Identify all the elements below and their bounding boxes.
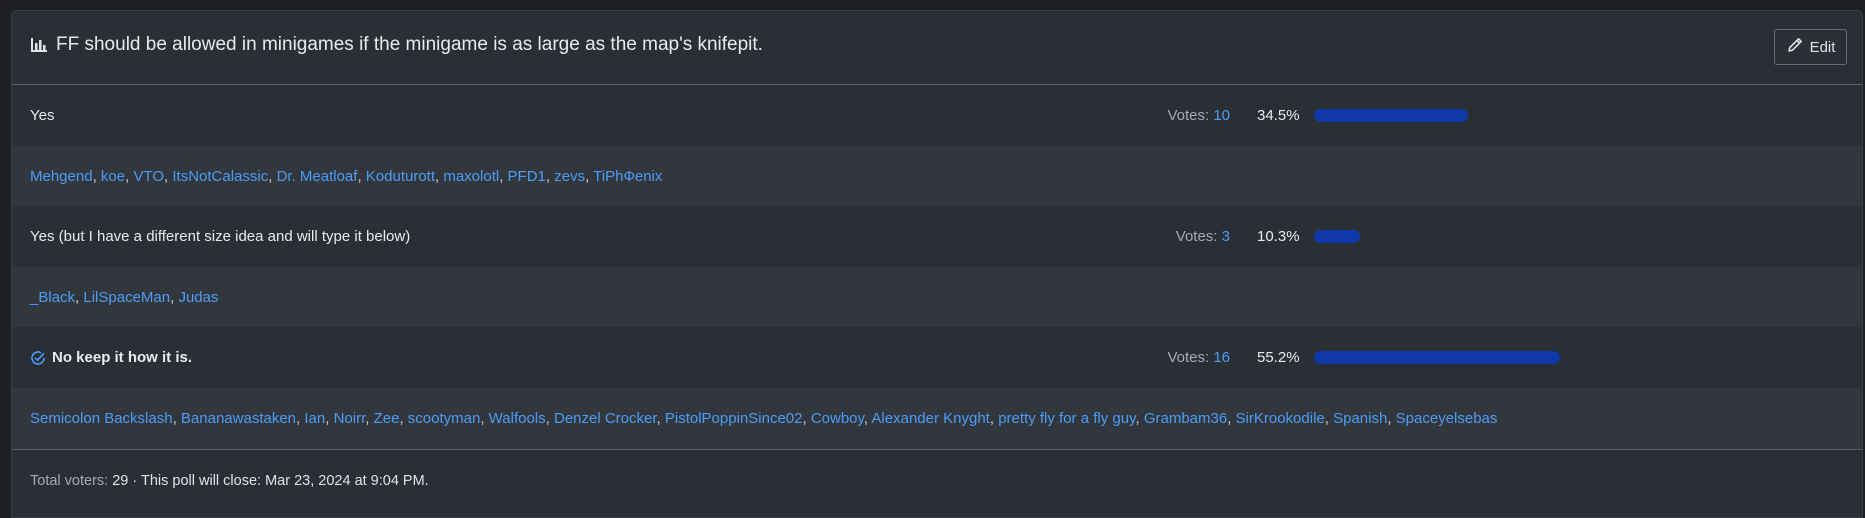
poll-option-voters-row: Mehgend, koe, VTO, ItsNotCalassic, Dr. M…: [12, 146, 1862, 206]
total-voters-label: Total voters:: [30, 473, 109, 489]
edit-button[interactable]: Edit: [1774, 29, 1847, 65]
poll-option-text: No keep it how it is.: [52, 349, 193, 366]
voter-link[interactable]: Dr. Meatloaf: [277, 168, 358, 185]
voter-link[interactable]: maxolotl: [443, 168, 499, 185]
voter-link[interactable]: Zee: [374, 410, 400, 427]
voter-link[interactable]: Alexander Knyght: [871, 410, 989, 427]
voter-link[interactable]: Ian: [304, 410, 325, 427]
voter-link[interactable]: Bananawastaken: [181, 410, 296, 427]
voter-link[interactable]: Noirr: [334, 410, 366, 427]
poll-option-text: Yes (but I have a different size idea an…: [30, 228, 411, 245]
voter-link[interactable]: pretty fly for a fly guy: [998, 410, 1135, 427]
voter-link[interactable]: Judas: [178, 289, 218, 306]
votes-label: Votes:: [1175, 228, 1218, 245]
voter-link[interactable]: LilSpaceMan: [83, 289, 170, 306]
voter-link[interactable]: scootyman: [408, 410, 481, 427]
pencil-icon: [1786, 36, 1804, 58]
poll-title-text: FF should be allowed in minigames if the…: [56, 34, 763, 55]
voter-list: Semicolon Backslash, Bananawastaken, Ian…: [30, 410, 1498, 427]
poll-option-label: No keep it how it is.: [30, 349, 192, 366]
poll-option-percent: 10.3%: [1257, 228, 1300, 245]
voter-link[interactable]: SirKrookodile: [1236, 410, 1325, 427]
check-circle-icon: [30, 350, 46, 366]
voter-link[interactable]: Cowboy: [811, 410, 864, 427]
poll-option-votes: Votes: 16: [1167, 349, 1230, 366]
poll-title: FF should be allowed in minigames if the…: [30, 34, 763, 56]
voter-link[interactable]: VTO: [133, 168, 164, 185]
poll-option-row: Yes Votes: 10 34.5%: [12, 85, 1862, 146]
poll-option-bar: [1314, 230, 1360, 243]
poll-option-text: Yes: [30, 107, 55, 124]
voter-link[interactable]: Mehgend: [30, 168, 93, 185]
voter-link[interactable]: _Black: [30, 289, 75, 306]
poll-option-bar: [1314, 109, 1468, 122]
poll-panel: FF should be allowed in minigames if the…: [11, 10, 1863, 518]
poll-option-row: Yes (but I have a different size idea an…: [12, 206, 1862, 267]
poll-header: FF should be allowed in minigames if the…: [12, 11, 1862, 85]
voter-link[interactable]: Walfools: [489, 410, 546, 427]
votes-label: Votes:: [1167, 107, 1210, 124]
voter-link[interactable]: Grambam36: [1144, 410, 1227, 427]
poll-option-row: No keep it how it is. Votes: 16 55.2%: [12, 327, 1862, 388]
votes-label: Votes:: [1167, 349, 1210, 366]
votes-count-link[interactable]: 10: [1213, 107, 1230, 124]
total-voters-value: 29: [112, 473, 129, 489]
voter-list: Mehgend, koe, VTO, ItsNotCalassic, Dr. M…: [30, 167, 663, 185]
poll-option-votes: Votes: 10: [1167, 107, 1230, 124]
poll-option-votes: Votes: 3: [1176, 228, 1230, 245]
votes-count-link[interactable]: 16: [1213, 349, 1230, 366]
votes-count-link[interactable]: 3: [1222, 228, 1230, 245]
poll-footer-text: Total voters: 29 · This poll will close:…: [30, 473, 429, 489]
poll-option-percent: 55.2%: [1257, 349, 1300, 366]
voter-list: _Black, LilSpaceMan, Judas: [30, 288, 219, 306]
voter-link[interactable]: Koduturott: [366, 168, 435, 185]
bar-chart-icon: [30, 37, 48, 53]
voter-link[interactable]: Semicolon Backslash: [30, 410, 173, 427]
poll-close-text: This poll will close: Mar 23, 2024 at 9:…: [141, 473, 429, 489]
voter-link[interactable]: Denzel Crocker: [554, 410, 657, 427]
poll-option-voters-row: Semicolon Backslash, Bananawastaken, Ian…: [12, 388, 1862, 449]
voter-link[interactable]: Spanish: [1333, 410, 1387, 427]
voter-link[interactable]: TiPhФenix: [593, 168, 662, 185]
poll-option-voters-row: _Black, LilSpaceMan, Judas: [12, 267, 1862, 327]
poll-options: Yes Votes: 10 34.5% Mehgend, koe, VTO, ItsN…: [12, 85, 1862, 449]
voter-link[interactable]: PFD1: [508, 168, 546, 185]
poll-option-percent: 34.5%: [1257, 107, 1300, 124]
voter-link[interactable]: PistolPoppinSince02: [665, 410, 803, 427]
poll-footer: Total voters: 29 · This poll will close:…: [12, 449, 1862, 512]
edit-button-label: Edit: [1809, 38, 1836, 56]
poll-option-label: Yes (but I have a different size idea an…: [30, 228, 410, 245]
voter-link[interactable]: Spaceyelsebas: [1396, 410, 1498, 427]
voter-link[interactable]: ItsNotCalassic: [172, 168, 268, 185]
voter-link[interactable]: koe: [101, 168, 125, 185]
poll-option-label: Yes: [30, 107, 54, 124]
footer-separator: ·: [132, 473, 138, 489]
poll-option-bar: [1314, 351, 1560, 364]
voter-link[interactable]: zevs: [554, 168, 585, 185]
